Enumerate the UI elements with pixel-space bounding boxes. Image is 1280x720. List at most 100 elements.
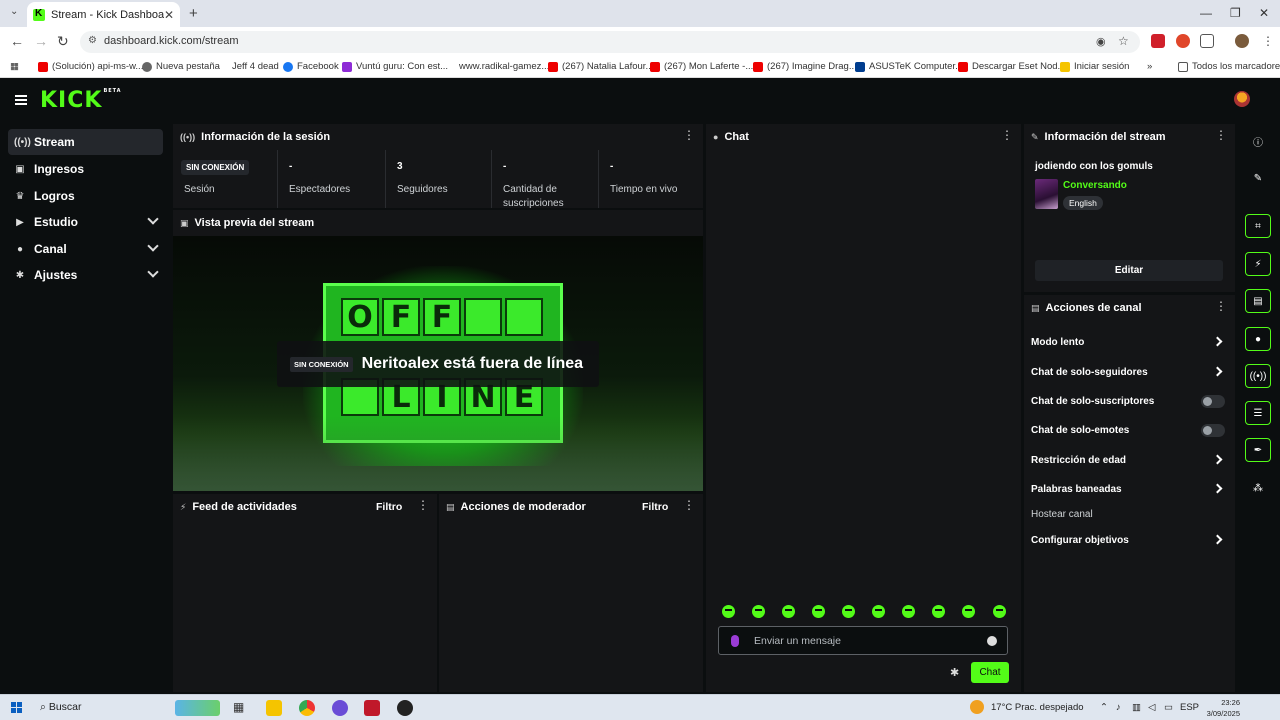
restore-icon[interactable]: ❐ — [1230, 6, 1241, 20]
emotes-only-toggle[interactable] — [1201, 424, 1225, 437]
minimize-icon[interactable]: — — [1200, 6, 1212, 20]
emote-icon[interactable] — [932, 605, 945, 618]
pencil-icon[interactable]: ✎ — [1245, 166, 1271, 190]
user-avatar[interactable] — [1234, 91, 1250, 107]
chrome-icon[interactable] — [299, 700, 315, 716]
back-icon[interactable]: ← — [10, 33, 24, 49]
filter-button[interactable]: Filtro — [642, 501, 668, 513]
more-options-icon[interactable] — [417, 498, 429, 512]
sidebar-item-ingresos[interactable]: ▣ Ingresos — [8, 156, 163, 182]
microphone-icon[interactable] — [731, 634, 739, 647]
more-options-icon[interactable] — [1215, 128, 1227, 142]
emote-icon[interactable] — [812, 605, 825, 618]
emote-icon[interactable] — [722, 605, 735, 618]
bookmark-item[interactable]: Descargar Eset Nod... — [958, 61, 1065, 72]
extension-icon[interactable] — [1176, 34, 1190, 48]
tray-chevron-icon[interactable]: ⌃ — [1100, 702, 1108, 713]
tab-search-icon[interactable]: ⌄ — [10, 6, 18, 17]
bookmark-item[interactable]: Todos los marcadores — [1178, 61, 1280, 72]
bookmark-item[interactable]: Vuntú guru: Con est... — [342, 61, 448, 72]
menu-icon[interactable] — [15, 95, 27, 105]
emote-icon[interactable] — [872, 605, 885, 618]
broadcast-icon[interactable]: ((•)) — [1245, 364, 1271, 388]
bookmark-item[interactable]: Nueva pestaña — [142, 61, 220, 72]
chat-message-input[interactable]: Enviar un mensaje — [718, 626, 1008, 655]
wrench-icon[interactable]: ✒ — [1245, 438, 1271, 462]
profile-avatar-icon[interactable] — [1235, 34, 1249, 48]
followers-only-row[interactable]: Chat de solo-seguidores — [1031, 362, 1227, 382]
apps-grid-icon[interactable]: ▦ — [10, 61, 19, 72]
filter-button[interactable]: Filtro — [376, 501, 402, 513]
bookmark-item[interactable]: Facebook — [283, 61, 339, 72]
emote-icon[interactable] — [962, 605, 975, 618]
stream-category[interactable]: Conversando — [1063, 180, 1127, 191]
windows-start-icon[interactable] — [11, 702, 22, 713]
network-icon[interactable]: ▥ — [1132, 702, 1141, 713]
microphone-icon[interactable]: ♪ — [1116, 702, 1121, 713]
emote-icon[interactable] — [752, 605, 765, 618]
more-options-icon[interactable] — [1001, 128, 1013, 142]
kick-logo[interactable]: KICKBETA — [40, 88, 122, 113]
sidebar-item-logros[interactable]: ♛ Logros — [8, 183, 163, 209]
sidebar-item-estudio[interactable]: ▶ Estudio — [8, 209, 163, 235]
sidebar-item-stream[interactable]: ((•)) Stream — [8, 129, 163, 155]
banned-words-row[interactable]: Palabras baneadas — [1031, 479, 1227, 499]
forward-icon[interactable]: → — [34, 33, 48, 49]
send-chat-button[interactable]: Chat — [971, 662, 1009, 683]
info-icon[interactable]: ⓘ — [1245, 129, 1271, 153]
battery-icon[interactable]: ▭ — [1164, 702, 1173, 713]
document-icon[interactable]: ▤ — [1245, 289, 1271, 313]
language-indicator[interactable]: ESP — [1180, 702, 1199, 713]
chat-icon[interactable]: ● — [1245, 327, 1271, 351]
sidebar-item-ajustes[interactable]: ✱ Ajustes — [8, 262, 163, 288]
weather-text[interactable]: 17°C Prac. despejado — [991, 702, 1084, 713]
chat-settings-icon[interactable]: ✱ — [950, 666, 959, 679]
stack-icon[interactable]: ☰ — [1245, 401, 1271, 425]
more-options-icon[interactable] — [683, 498, 695, 512]
bookmark-star-icon[interactable]: ☆ — [1118, 34, 1129, 48]
emote-icon[interactable] — [842, 605, 855, 618]
volume-icon[interactable]: ◁ — [1148, 702, 1155, 713]
add-widget-icon[interactable]: ⁂ — [1245, 476, 1271, 500]
emote-icon[interactable] — [993, 605, 1006, 618]
eye-off-icon[interactable]: ◉ — [1096, 35, 1106, 48]
bookmark-item[interactable]: ASUSTeK Computer... — [855, 61, 963, 72]
bookmark-item[interactable]: Iniciar sesión — [1060, 61, 1129, 72]
browser-menu-icon[interactable]: ⋮ — [1262, 34, 1274, 48]
app-icon[interactable] — [364, 700, 380, 716]
emote-icon[interactable] — [902, 605, 915, 618]
host-channel-row[interactable]: Hostear canal — [1031, 504, 1227, 524]
bookmark-item[interactable]: (267) Natalia Lafour... — [548, 61, 653, 72]
edit-stream-button[interactable]: Editar — [1035, 260, 1223, 281]
stream-preview[interactable]: O F F L I N E SIN CONEXIÓN Neritoalex es… — [173, 236, 703, 491]
bookmark-item[interactable]: (267) Imagine Drag... — [753, 61, 857, 72]
file-explorer-icon[interactable] — [266, 700, 282, 716]
extensions-puzzle-icon[interactable] — [1200, 34, 1214, 48]
age-restriction-row[interactable]: Restricción de edad — [1031, 450, 1227, 470]
bookmark-item[interactable]: (Solución) api-ms-w... — [38, 61, 143, 72]
more-bookmarks-icon[interactable]: » — [1147, 61, 1152, 72]
configure-goals-row[interactable]: Configurar objetivos — [1031, 530, 1227, 550]
close-tab-icon[interactable]: ✕ — [164, 8, 174, 22]
new-tab-icon[interactable]: + — [189, 5, 198, 22]
more-options-icon[interactable] — [683, 128, 695, 142]
bolt-icon[interactable]: ⚡ — [1245, 252, 1271, 276]
slow-mode-row[interactable]: Modo lento — [1031, 332, 1227, 352]
capture-icon[interactable]: ⌗ — [1245, 214, 1271, 238]
bookmark-item[interactable]: www.radikal-gamez... — [459, 61, 549, 72]
clock[interactable]: 23:26 3/09/2025 — [1200, 697, 1240, 719]
taskbar-search[interactable]: ⌕ Buscar — [40, 701, 82, 714]
close-window-icon[interactable]: ✕ — [1259, 6, 1269, 20]
extension-icon[interactable] — [1151, 34, 1165, 48]
task-view-icon[interactable]: ▦ — [233, 700, 249, 716]
url-field[interactable]: ⚙ dashboard.kick.com/stream — [80, 31, 1140, 53]
bookmark-item[interactable]: Jeff 4 dead — [232, 61, 279, 72]
subscribers-only-toggle[interactable] — [1201, 395, 1225, 408]
bookmark-item[interactable]: (267) Mon Laferte -... — [650, 61, 753, 72]
emoji-picker-icon[interactable] — [987, 636, 997, 646]
site-info-icon[interactable]: ⚙ — [88, 35, 97, 46]
app-icon[interactable] — [397, 700, 413, 716]
more-options-icon[interactable] — [1215, 299, 1227, 313]
emote-icon[interactable] — [782, 605, 795, 618]
app-icon[interactable] — [332, 700, 348, 716]
